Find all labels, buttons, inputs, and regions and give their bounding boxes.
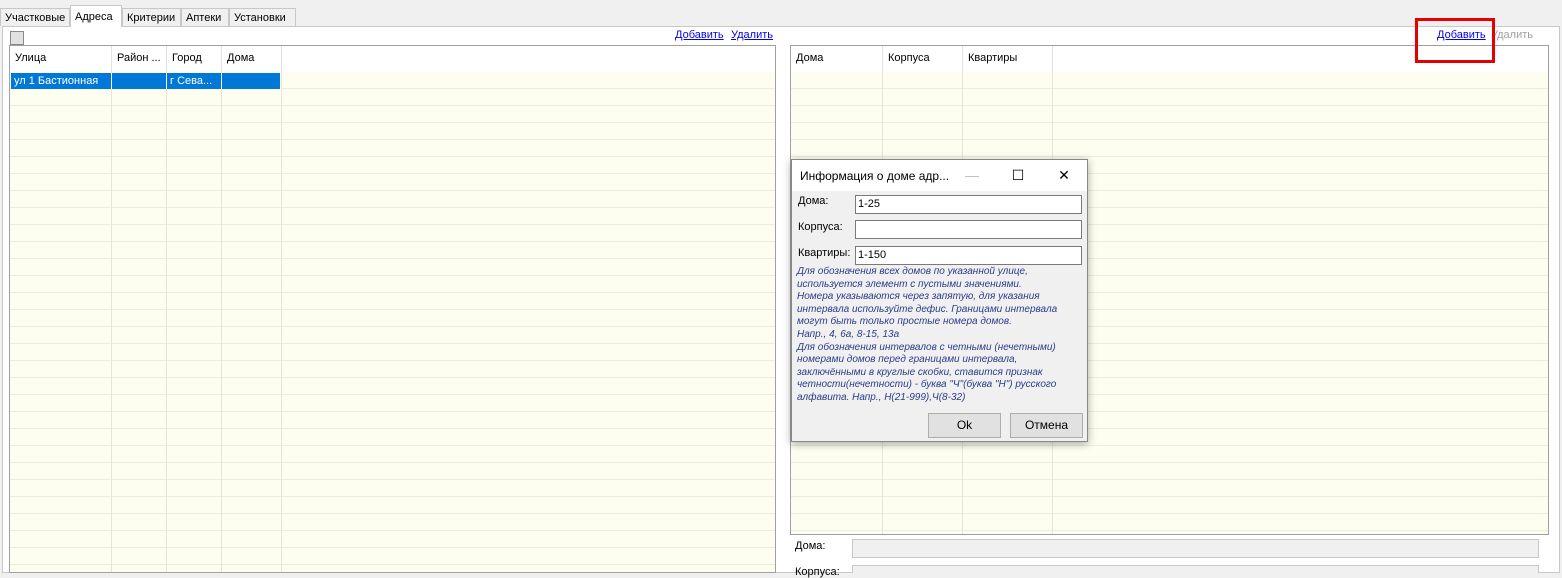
tab-addresses[interactable]: Адреса xyxy=(70,5,122,27)
cancel-button[interactable]: Отмена xyxy=(1010,413,1083,438)
dialog-titlebar[interactable]: Информация о доме адр... — ☐ ✕ xyxy=(792,160,1087,191)
addresses-grid[interactable]: Улица Район ... Город Дома xyxy=(9,45,776,573)
column-header-corpus[interactable]: Корпуса xyxy=(883,46,963,72)
cell-city[interactable]: г Сева... xyxy=(167,73,222,89)
apartments-input[interactable]: 1-150 xyxy=(855,246,1082,265)
tab-uchastkovye[interactable]: Участковые xyxy=(0,8,70,26)
houses-label: Дома: xyxy=(798,195,829,207)
grid-col-divider xyxy=(166,46,167,572)
houses-detail-field[interactable] xyxy=(852,539,1539,558)
right-delete-link[interactable]: Удалить xyxy=(1491,29,1533,41)
addresses-grid-header: Улица Район ... Город Дома xyxy=(10,46,775,72)
houses-input[interactable]: 1-25 xyxy=(855,195,1082,214)
corpus-label: Корпуса: xyxy=(798,221,843,233)
cell-district[interactable] xyxy=(112,73,167,89)
minimize-icon[interactable]: — xyxy=(949,160,995,191)
dialog-title: Информация о доме адр... xyxy=(800,169,950,183)
tab-settings[interactable]: Установки xyxy=(229,8,296,26)
corpus-input[interactable] xyxy=(855,220,1082,239)
column-header-city[interactable]: Город xyxy=(167,46,222,72)
cell-houses[interactable] xyxy=(222,73,281,89)
close-icon[interactable]: ✕ xyxy=(1041,160,1087,191)
maximize-icon[interactable]: ☐ xyxy=(995,160,1041,191)
corpus-detail-field[interactable] xyxy=(852,565,1539,573)
column-header-apartments[interactable]: Квартиры xyxy=(963,46,1053,72)
grid-col-divider xyxy=(111,46,112,572)
column-header-street[interactable]: Улица xyxy=(10,46,112,72)
tab-criteria[interactable]: Критерии xyxy=(122,8,181,26)
highlight-box xyxy=(1415,18,1495,63)
grid-col-divider xyxy=(281,46,282,572)
help-text: Для обозначения всех домов по указанной … xyxy=(797,266,1058,403)
collapse-toggle-button[interactable] xyxy=(10,31,24,45)
cell-street[interactable]: ул 1 Бастионная xyxy=(11,73,112,89)
tab-pharmacies[interactable]: Аптеки xyxy=(181,8,229,26)
grid-rows xyxy=(10,72,775,572)
column-header-district[interactable]: Район ... xyxy=(112,46,167,72)
column-header-houses[interactable]: Дома xyxy=(791,46,883,72)
house-info-dialog: Информация о доме адр... — ☐ ✕ Дома: 1-2… xyxy=(791,159,1088,442)
left-add-link[interactable]: Добавить xyxy=(675,29,724,41)
left-delete-link[interactable]: Удалить xyxy=(731,29,773,41)
ok-button[interactable]: Ok xyxy=(928,413,1001,438)
houses-detail-label: Дома: xyxy=(795,540,826,552)
corpus-detail-label: Корпуса: xyxy=(795,566,840,578)
grid-col-divider xyxy=(221,46,222,572)
apartments-label: Квартиры: xyxy=(798,247,851,259)
column-header-houses[interactable]: Дома xyxy=(222,46,282,72)
